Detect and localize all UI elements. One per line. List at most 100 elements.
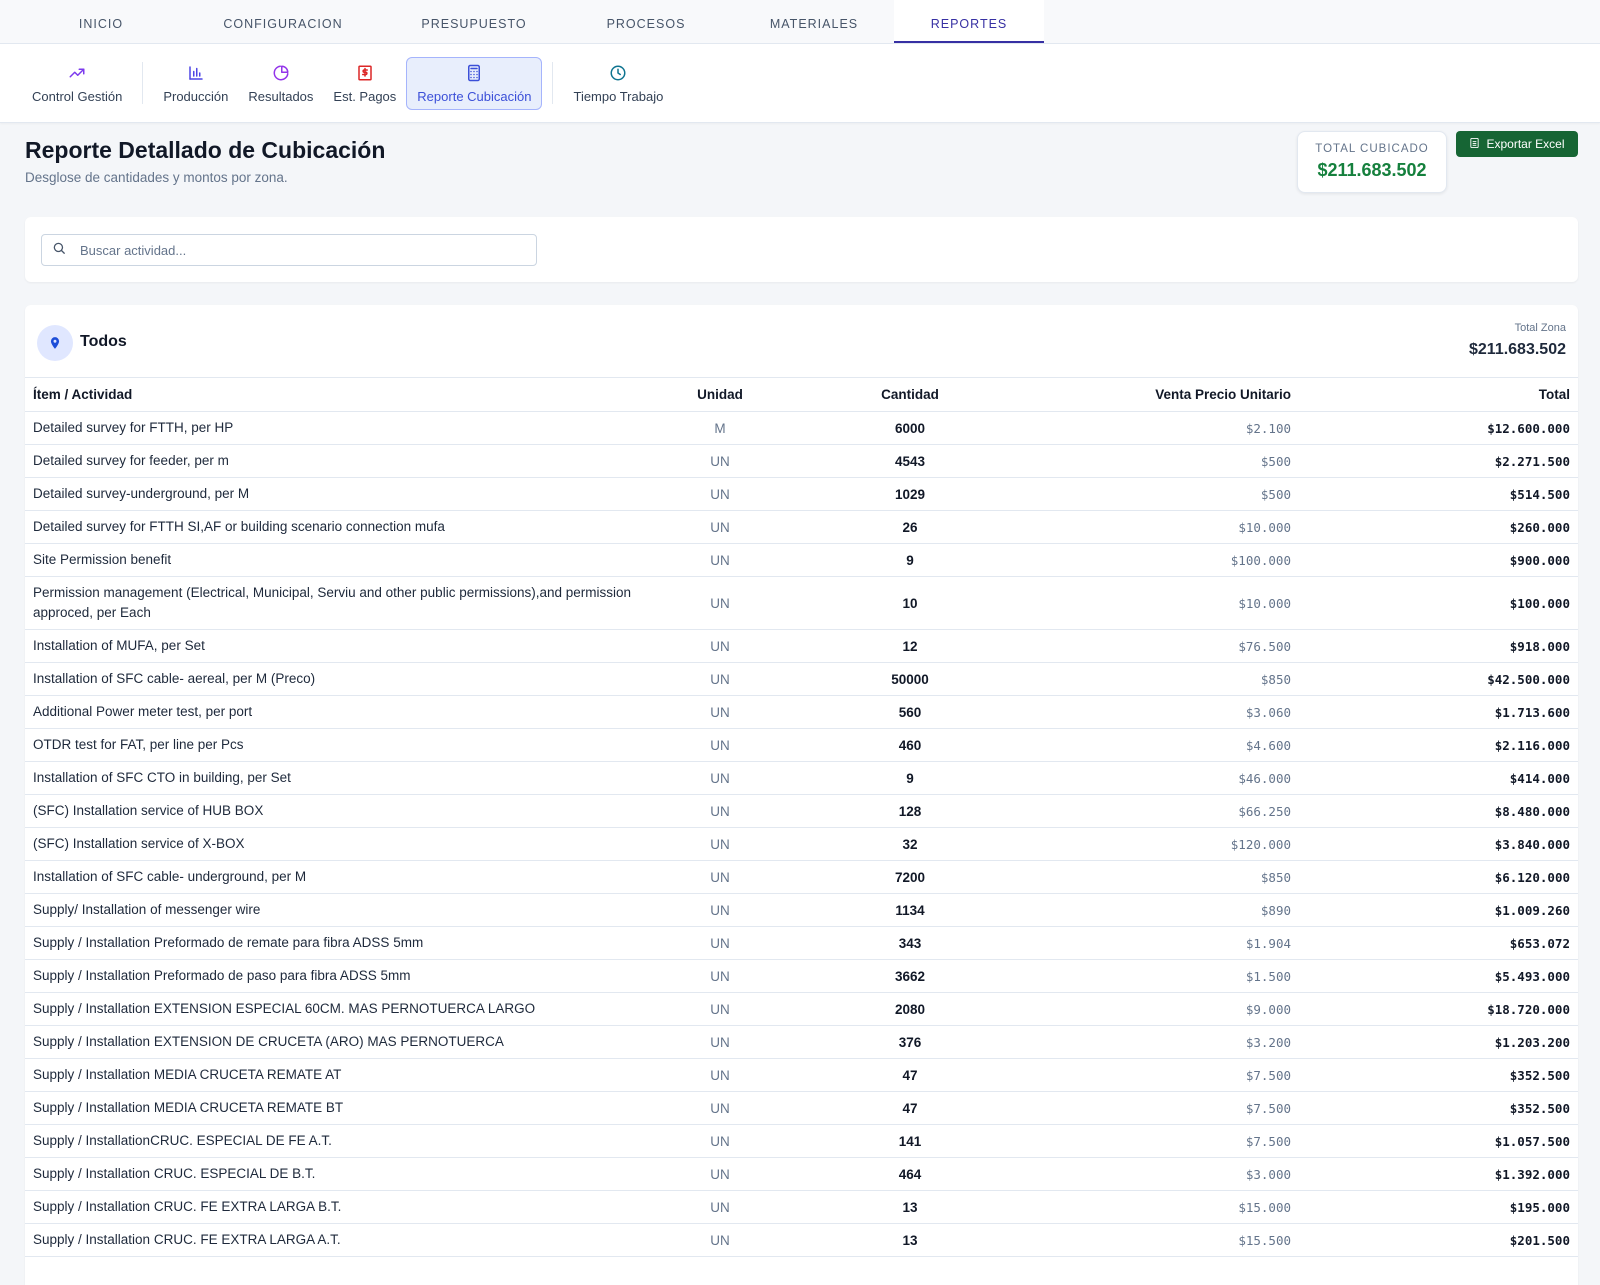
export-excel-button[interactable]: Exportar Excel: [1456, 131, 1578, 157]
cell-unit: UN: [645, 761, 795, 795]
column-header-qty[interactable]: Cantidad: [795, 377, 1025, 412]
cell-qty: 6000: [795, 411, 1025, 445]
divider: [552, 62, 554, 104]
tab-presupuesto[interactable]: PRESUPUESTO: [390, 0, 558, 43]
cell-unit: UN: [645, 992, 795, 1026]
column-header-unit[interactable]: Unidad: [645, 377, 795, 412]
table-row[interactable]: Detailed survey for FTTH SI,AF or buildi…: [25, 510, 1578, 544]
cell-price: $100.000: [1025, 543, 1295, 577]
page-title: Reporte Detallado de Cubicación: [25, 137, 386, 163]
cell-qty: 128: [795, 794, 1025, 828]
tab-procesos[interactable]: PROCESOS: [558, 0, 734, 43]
table-row[interactable]: Detailed survey-underground, per M UN 1029…: [25, 477, 1578, 511]
cell-item: Installation of MUFA, per Set: [25, 629, 645, 663]
tab-inicio[interactable]: INICIO: [26, 0, 176, 43]
zone-name: Todos: [80, 333, 127, 350]
cell-total: $12.600.000: [1295, 411, 1578, 445]
cell-price: $1.904: [1025, 926, 1295, 960]
table-row[interactable]: Supply / Installation CRUC. ESPECIAL DE …: [25, 1157, 1578, 1191]
table-row[interactable]: Site Permission benefit UN 9 $100.000 $900.0…: [25, 543, 1578, 577]
table-row[interactable]: Supply / Installation CRUC. FE EXTRA LAR…: [25, 1190, 1578, 1224]
cell-total: $3.840.000: [1295, 827, 1578, 861]
cell-item: OTDR test for FAT, per line per Pcs: [25, 728, 645, 762]
cell-price: $500: [1025, 444, 1295, 478]
cell-total: $18.720.000: [1295, 992, 1578, 1026]
cell-item: Detailed survey-underground, per M: [25, 477, 645, 511]
cell-total: $2.116.000: [1295, 728, 1578, 762]
cell-unit: UN: [645, 576, 795, 630]
table-row[interactable]: Supply / Installation CRUC. FE EXTRA LAR…: [25, 1223, 1578, 1257]
subnav-label: Control Gestión: [32, 88, 123, 104]
column-header-total[interactable]: Total: [1295, 377, 1578, 412]
column-header-price[interactable]: Venta Precio Unitario: [1025, 377, 1295, 412]
cell-total: $1.713.600: [1295, 695, 1578, 729]
search-input[interactable]: [80, 242, 500, 258]
table-row[interactable]: Installation of SFC CTO in building, per…: [25, 761, 1578, 795]
table-row[interactable]: Additional Power meter test, per port UN 5…: [25, 695, 1578, 729]
cell-item: Supply / Installation EXTENSION ESPECIAL…: [25, 992, 645, 1026]
cell-total: $414.000: [1295, 761, 1578, 795]
table-row[interactable]: Supply / Installation MEDIA CRUCETA REMA…: [25, 1058, 1578, 1092]
cell-total: $918.000: [1295, 629, 1578, 663]
cell-total: $1.009.260: [1295, 893, 1578, 927]
table-row[interactable]: OTDR test for FAT, per line per Pcs UN 460…: [25, 728, 1578, 762]
cell-total: $8.480.000: [1295, 794, 1578, 828]
cell-qty: 13: [795, 1190, 1025, 1224]
cell-unit: UN: [645, 510, 795, 544]
cell-qty: 1134: [795, 893, 1025, 927]
cell-unit: UN: [645, 893, 795, 927]
cell-price: $7.500: [1025, 1058, 1295, 1092]
table-row[interactable]: Detailed survey for feeder, per m UN 4543 $…: [25, 444, 1578, 478]
subnav-control-gestion[interactable]: Control Gestión: [22, 57, 132, 110]
table-row[interactable]: Installation of MUFA, per Set UN 12 $76.500…: [25, 629, 1578, 663]
table-row[interactable]: Supply/ Installation of messenger wire UN…: [25, 893, 1578, 927]
page-header: Reporte Detallado de Cubicación Desglose…: [25, 137, 385, 185]
cell-unit: UN: [645, 543, 795, 577]
subnav-reporte-cubicacion[interactable]: Reporte Cubicación: [406, 56, 543, 110]
page-subtitle: Desglose de cantidades y montos por zona…: [25, 170, 288, 185]
cell-total: $42.500.000: [1295, 662, 1578, 696]
tab-materiales[interactable]: MATERIALES: [734, 0, 894, 43]
cell-unit: M: [645, 411, 795, 445]
table-row[interactable]: Permission management (Electrical, Munic…: [25, 576, 1578, 630]
cell-price: $500: [1025, 477, 1295, 511]
cell-price: $120.000: [1025, 827, 1295, 861]
search-field[interactable]: [41, 234, 537, 266]
cell-qty: 47: [795, 1091, 1025, 1125]
cubicacion-table: Ítem / Actividad Unidad Cantidad Venta P…: [25, 377, 1578, 1257]
subnav-est-pagos[interactable]: Est. Pagos: [323, 57, 406, 110]
tab-configuracion[interactable]: CONFIGURACION: [176, 0, 390, 43]
table-row[interactable]: Supply / Installation Preformado de rema…: [25, 926, 1578, 960]
cell-total: $6.120.000: [1295, 860, 1578, 894]
cell-qty: 560: [795, 695, 1025, 729]
subnav-produccion[interactable]: Producción: [153, 57, 238, 110]
cell-price: $46.000: [1025, 761, 1295, 795]
table-row[interactable]: Supply / Installation EXTENSION DE CRUCE…: [25, 1025, 1578, 1059]
cell-total: $352.500: [1295, 1091, 1578, 1125]
column-header-item[interactable]: Ítem / Actividad: [25, 377, 645, 412]
dollar-doc-icon: [355, 63, 375, 83]
subnav-resultados[interactable]: Resultados: [238, 57, 323, 110]
table-row[interactable]: Installation of SFC cable- underground, …: [25, 860, 1578, 894]
table-row[interactable]: Detailed survey for FTTH, per HP M 6000 $2.…: [25, 411, 1578, 445]
subnav-tiempo-trabajo[interactable]: Tiempo Trabajo: [563, 57, 673, 110]
table-row[interactable]: Supply / Installation EXTENSION ESPECIAL…: [25, 992, 1578, 1026]
cell-unit: UN: [645, 1025, 795, 1059]
tab-reportes[interactable]: REPORTES: [894, 0, 1044, 43]
table-row[interactable]: Supply / Installation Preformado de paso…: [25, 959, 1578, 993]
table-row[interactable]: (SFC) Installation service of X-BOX UN 32 $…: [25, 827, 1578, 861]
zone-header: Todos Total Zona $211.683.502: [25, 305, 1578, 377]
zone-total-value: $211.683.502: [1469, 341, 1566, 358]
table-row[interactable]: (SFC) Installation service of HUB BOX UN 1…: [25, 794, 1578, 828]
total-cubicado-card: TOTAL CUBICADO $211.683.502: [1297, 131, 1447, 193]
cell-unit: UN: [645, 926, 795, 960]
cell-price: $4.600: [1025, 728, 1295, 762]
table-row[interactable]: Installation of SFC cable- aereal, per M…: [25, 662, 1578, 696]
cell-item: Supply / Installation CRUC. FE EXTRA LAR…: [25, 1190, 645, 1224]
table-row[interactable]: Supply / InstallationCRUC. ESPECIAL DE F…: [25, 1124, 1578, 1158]
cell-total: $2.271.500: [1295, 444, 1578, 478]
top-nav: INICIO CONFIGURACION PRESUPUESTO PROCESO…: [0, 0, 1600, 44]
table-row[interactable]: Supply / Installation MEDIA CRUCETA REMA…: [25, 1091, 1578, 1125]
cell-qty: 343: [795, 926, 1025, 960]
cell-item: Site Permission benefit: [25, 543, 645, 577]
